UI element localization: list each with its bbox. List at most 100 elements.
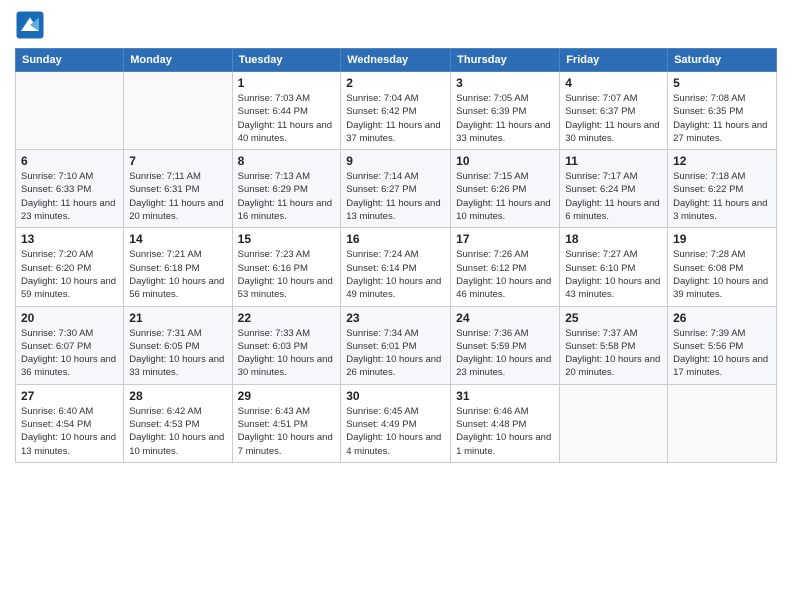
calendar-cell: 30Sunrise: 6:45 AMSunset: 4:49 PMDayligh… [341, 384, 451, 462]
day-number: 25 [565, 311, 662, 325]
sunset-text: Sunset: 6:37 PM [565, 106, 635, 117]
calendar-cell: 20 Sunrise: 7:30 AMSunset: 6:07 PMDayligh… [16, 306, 124, 384]
sunset-text: Sunset: 6:24 PM [565, 184, 635, 195]
calendar-week-3: 20 Sunrise: 7:30 AMSunset: 6:07 PMDayligh… [16, 306, 777, 384]
day-info: Sunrise: 7:17 AMSunset: 6:24 PMDaylight:… [565, 170, 662, 223]
sunrise-text: Sunrise: 7:18 AM [673, 171, 745, 182]
sunset-text: Sunset: 6:14 PM [346, 263, 416, 274]
calendar-cell: 14Sunrise: 7:21 AMSunset: 6:18 PMDayligh… [124, 228, 232, 306]
calendar-cell: 13Sunrise: 7:20 AMSunset: 6:20 PMDayligh… [16, 228, 124, 306]
daylight-text: Daylight: 11 hours and 40 minutes. [238, 120, 332, 144]
sunrise-text: Sunrise: 7:36 AM [456, 328, 528, 339]
sunset-text: Sunset: 6:20 PM [21, 263, 91, 274]
sunrise-text: Sunrise: 7:05 AM [456, 93, 528, 104]
calendar-cell: 31 Sunrise: 6:46 AM Sunset: 4:48 PM Dayligh… [451, 384, 560, 462]
calendar-cell: 27Sunrise: 6:40 AMSunset: 4:54 PMDayligh… [16, 384, 124, 462]
sunset-text: Sunset: 4:51 PM [238, 419, 308, 430]
sunset-text: Sunset: 5:59 PM [456, 341, 526, 352]
daylight-text: Daylight: 10 hours and 33 minutes. [129, 354, 224, 378]
day-info: Sunrise: 6:42 AMSunset: 4:53 PMDaylight:… [129, 405, 226, 458]
day-info: Sunrise: 7:15 AMSunset: 6:26 PMDaylight:… [456, 170, 554, 223]
day-info: Sunrise: 7:20 AM Sunset: 6:20 PM Daylight:… [21, 248, 118, 301]
day-number: 29 [238, 389, 336, 403]
day-info: Sunrise: 7:34 AMSunset: 6:01 PMDaylight:… [346, 327, 445, 380]
header [15, 10, 777, 40]
sunrise-text: Sunrise: 7:31 AM [129, 328, 201, 339]
day-number: 6 [21, 154, 118, 168]
sunset-text: Sunset: 5:56 PM [673, 341, 743, 352]
daylight-text: Daylight: 10 hours and 1 minute. [456, 432, 551, 456]
day-info: Sunrise: 7:11 AMSunset: 6:31 PMDaylight:… [129, 170, 226, 223]
calendar-cell: 16Sunrise: 7:24 AMSunset: 6:14 PMDayligh… [341, 228, 451, 306]
day-number: 8 [238, 154, 336, 168]
day-info: Sunrise: 7:08 AMSunset: 6:35 PMDaylight:… [673, 92, 771, 145]
day-info: Sunrise: 7:30 AMSunset: 6:07 PMDaylight:… [21, 327, 118, 380]
day-number: 31 [456, 389, 554, 403]
col-header-thursday: Thursday [451, 49, 560, 72]
sunrise-text: Sunrise: 7:39 AM [673, 328, 745, 339]
daylight-text: Daylight: 10 hours and 36 minutes. [21, 354, 116, 378]
col-header-monday: Monday [124, 49, 232, 72]
daylight-text: Daylight: 10 hours and 59 minutes. [21, 276, 116, 300]
day-number: 20 [21, 311, 118, 325]
sunset-text: Sunset: 6:08 PM [673, 263, 743, 274]
sunrise-text: Sunrise: 6:46 AM [456, 406, 528, 417]
sunset-text: Sunset: 6:35 PM [673, 106, 743, 117]
day-number: 17 [456, 232, 554, 246]
daylight-text: Daylight: 11 hours and 16 minutes. [238, 198, 332, 222]
sunset-text: Sunset: 6:18 PM [129, 263, 199, 274]
sunrise-text: Sunrise: 7:33 AM [238, 328, 310, 339]
sunset-text: Sunset: 6:42 PM [346, 106, 416, 117]
daylight-text: Daylight: 10 hours and 4 minutes. [346, 432, 441, 456]
day-info: Sunrise: 7:10 AMSunset: 6:33 PMDaylight:… [21, 170, 118, 223]
day-info: Sunrise: 7:36 AMSunset: 5:59 PMDaylight:… [456, 327, 554, 380]
calendar-cell [560, 384, 668, 462]
day-number: 30 [346, 389, 445, 403]
day-number: 18 [565, 232, 662, 246]
calendar-cell: 3Sunrise: 7:05 AMSunset: 6:39 PMDaylight… [451, 72, 560, 150]
daylight-text: Daylight: 10 hours and 10 minutes. [129, 432, 224, 456]
calendar-cell: 19Sunrise: 7:28 AMSunset: 6:08 PMDayligh… [668, 228, 777, 306]
calendar-cell [124, 72, 232, 150]
logo-icon [15, 10, 45, 40]
daylight-text: Daylight: 11 hours and 20 minutes. [129, 198, 223, 222]
logo [15, 10, 49, 40]
day-info: Sunrise: 7:33 AMSunset: 6:03 PMDaylight:… [238, 327, 336, 380]
sunset-text: Sunset: 6:22 PM [673, 184, 743, 195]
calendar-cell: 12Sunrise: 7:18 AMSunset: 6:22 PMDayligh… [668, 150, 777, 228]
calendar-cell: 8 Sunrise: 7:13 AMSunset: 6:29 PMDaylight… [232, 150, 341, 228]
calendar-cell: 11Sunrise: 7:17 AMSunset: 6:24 PMDayligh… [560, 150, 668, 228]
calendar-cell: 4Sunrise: 7:07 AMSunset: 6:37 PMDaylight… [560, 72, 668, 150]
calendar-cell: 7 Sunrise: 7:11 AMSunset: 6:31 PMDaylight… [124, 150, 232, 228]
sunset-text: Sunset: 4:53 PM [129, 419, 199, 430]
day-number: 28 [129, 389, 226, 403]
day-info: Sunrise: 7:07 AM Sunset: 6:37 PM Daylight:… [565, 92, 662, 145]
sunrise-text: Sunrise: 7:20 AM [21, 249, 93, 260]
sunrise-text: Sunrise: 7:07 AM [565, 93, 637, 104]
day-number: 7 [129, 154, 226, 168]
sunrise-text: Sunrise: 7:34 AM [346, 328, 418, 339]
day-number: 3 [456, 76, 554, 90]
sunset-text: Sunset: 4:49 PM [346, 419, 416, 430]
daylight-text: Daylight: 11 hours and 30 minutes. [565, 120, 659, 144]
calendar-page: SundayMondayTuesdayWednesdayThursdayFrid… [0, 0, 792, 612]
col-header-tuesday: Tuesday [232, 49, 341, 72]
calendar-cell: 21Sunrise: 7:31 AMSunset: 6:05 PMDayligh… [124, 306, 232, 384]
day-info: Sunrise: 7:39 AMSunset: 5:56 PMDaylight:… [673, 327, 771, 380]
col-header-friday: Friday [560, 49, 668, 72]
sunset-text: Sunset: 4:48 PM [456, 419, 526, 430]
day-info: Sunrise: 7:13 AMSunset: 6:29 PMDaylight:… [238, 170, 336, 223]
calendar-cell: 28 Sunrise: 6:42 AMSunset: 4:53 PMDayligh… [124, 384, 232, 462]
daylight-text: Daylight: 11 hours and 13 minutes. [346, 198, 440, 222]
sunset-text: Sunset: 6:26 PM [456, 184, 526, 195]
day-number: 24 [456, 311, 554, 325]
daylight-text: Daylight: 11 hours and 27 minutes. [673, 120, 767, 144]
calendar-cell: 6 Sunrise: 7:10 AMSunset: 6:33 PMDaylight… [16, 150, 124, 228]
day-number: 15 [238, 232, 336, 246]
daylight-text: Daylight: 11 hours and 23 minutes. [21, 198, 115, 222]
calendar-cell: 29 Sunrise: 6:43 AMSunset: 4:51 PMDayligh… [232, 384, 341, 462]
sunset-text: Sunset: 6:33 PM [21, 184, 91, 195]
day-info: Sunrise: 6:43 AMSunset: 4:51 PMDaylight:… [238, 405, 336, 458]
calendar-cell: 23Sunrise: 7:34 AMSunset: 6:01 PMDayligh… [341, 306, 451, 384]
day-number: 2 [346, 76, 445, 90]
